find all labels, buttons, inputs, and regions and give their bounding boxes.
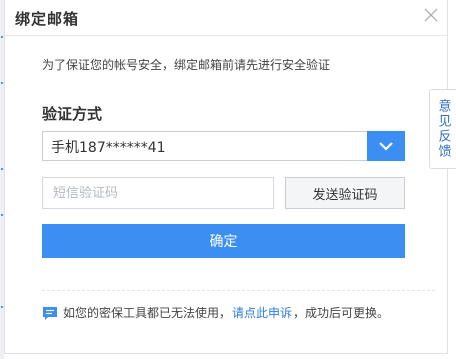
- tip-text-before: 如您的密保工具都已无法使用，: [63, 306, 232, 320]
- page-edge: [448, 0, 456, 359]
- background-dot: [1, 306, 3, 308]
- appeal-tip: 如您的密保工具都已无法使用， 请点此申诉 ，成功后可更换。: [42, 304, 389, 321]
- tip-text-after: ，成功后可更换。: [293, 306, 390, 320]
- feedback-tab[interactable]: 意见反馈: [429, 89, 456, 169]
- sms-code-input[interactable]: [42, 177, 274, 209]
- verify-method-select[interactable]: 手机187******41: [42, 131, 405, 161]
- bind-email-dialog: 绑定邮箱 为了保证您的帐号安全，绑定邮箱前请先进行安全验证 验证方式 手机187…: [4, 0, 448, 354]
- chevron-down-icon[interactable]: [367, 131, 405, 161]
- dialog-title: 绑定邮箱: [15, 10, 80, 28]
- send-code-button[interactable]: 发送验证码: [285, 177, 405, 209]
- security-notice: 为了保证您的帐号安全，绑定邮箱前请先进行安全验证: [42, 58, 331, 72]
- close-icon[interactable]: [421, 5, 441, 25]
- background-dot: [1, 168, 3, 170]
- background-dot: [1, 214, 3, 216]
- background-dot: [1, 36, 3, 38]
- verify-method-value: 手机187******41: [51, 140, 166, 156]
- verify-method-label: 验证方式: [42, 105, 103, 123]
- appeal-link[interactable]: 请点此申诉: [232, 304, 292, 321]
- feedback-label: 意见反馈: [435, 99, 451, 159]
- confirm-button[interactable]: 确定: [42, 224, 405, 258]
- divider: [42, 290, 435, 291]
- message-icon: [43, 306, 57, 320]
- background-dot: [1, 82, 3, 84]
- dialog-header: 绑定邮箱: [5, 0, 447, 36]
